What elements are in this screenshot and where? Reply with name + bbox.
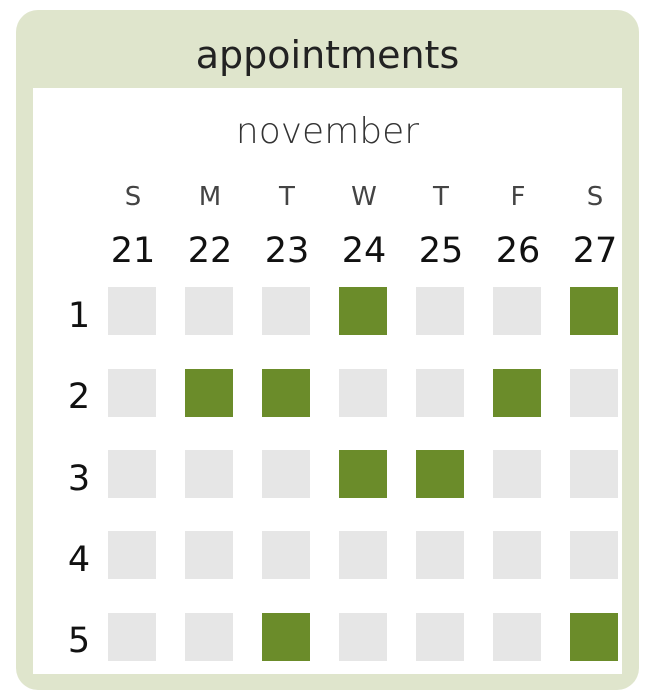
free-slot[interactable] — [108, 287, 156, 335]
free-slot[interactable] — [416, 287, 464, 335]
day-of-week-label: T — [433, 182, 449, 212]
free-slot[interactable] — [570, 450, 618, 498]
booked-slot[interactable] — [262, 369, 310, 417]
date-label: 25 — [418, 231, 464, 271]
day-of-week-label: W — [351, 182, 377, 212]
free-slot[interactable] — [185, 613, 233, 661]
free-slot[interactable] — [493, 450, 541, 498]
calendar-panel: november S M T W T F S 21 22 23 24 25 26… — [33, 88, 622, 674]
row-label: 5 — [67, 621, 91, 661]
free-slot[interactable] — [493, 531, 541, 579]
booked-slot[interactable] — [339, 450, 387, 498]
day-of-week-label: F — [510, 182, 526, 212]
appointments-card: appointments november S M T W T F S 21 2… — [16, 10, 639, 690]
date-label: 24 — [341, 231, 387, 271]
row-label: 1 — [67, 296, 91, 336]
booked-slot[interactable] — [339, 287, 387, 335]
free-slot[interactable] — [570, 369, 618, 417]
free-slot[interactable] — [339, 369, 387, 417]
free-slot[interactable] — [339, 531, 387, 579]
booked-slot[interactable] — [570, 613, 618, 661]
date-label: 23 — [264, 231, 310, 271]
free-slot[interactable] — [570, 531, 618, 579]
booked-slot[interactable] — [493, 369, 541, 417]
date-label: 21 — [110, 231, 156, 271]
free-slot[interactable] — [416, 531, 464, 579]
free-slot[interactable] — [108, 450, 156, 498]
free-slot[interactable] — [339, 613, 387, 661]
free-slot[interactable] — [185, 450, 233, 498]
booked-slot[interactable] — [262, 613, 310, 661]
card-title: appointments — [195, 33, 460, 77]
month-label: november — [235, 111, 420, 152]
date-label: 27 — [572, 231, 618, 271]
booked-slot[interactable] — [416, 450, 464, 498]
free-slot[interactable] — [108, 369, 156, 417]
row-label: 3 — [67, 459, 91, 499]
day-of-week-label: S — [586, 182, 604, 212]
row-label: 2 — [67, 377, 91, 417]
free-slot[interactable] — [185, 531, 233, 579]
free-slot[interactable] — [262, 450, 310, 498]
day-of-week-label: T — [279, 182, 295, 212]
free-slot[interactable] — [185, 287, 233, 335]
day-of-week-label: S — [124, 182, 142, 212]
free-slot[interactable] — [262, 287, 310, 335]
booked-slot[interactable] — [570, 287, 618, 335]
row-label: 4 — [67, 540, 91, 580]
free-slot[interactable] — [493, 613, 541, 661]
free-slot[interactable] — [108, 531, 156, 579]
free-slot[interactable] — [108, 613, 156, 661]
free-slot[interactable] — [262, 531, 310, 579]
free-slot[interactable] — [416, 613, 464, 661]
free-slot[interactable] — [416, 369, 464, 417]
day-of-week-label: M — [198, 182, 222, 212]
date-label: 22 — [187, 231, 233, 271]
booked-slot[interactable] — [185, 369, 233, 417]
free-slot[interactable] — [493, 287, 541, 335]
date-label: 26 — [495, 231, 541, 271]
